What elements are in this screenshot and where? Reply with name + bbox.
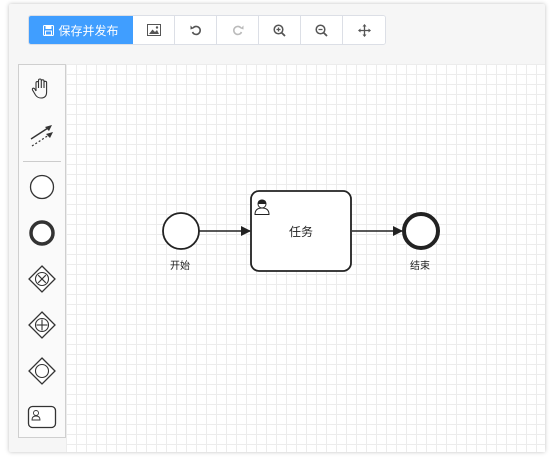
start-event-label: 开始: [170, 261, 190, 272]
start-event[interactable]: [162, 212, 200, 250]
end-event-label: 结束: [410, 261, 430, 272]
bpmn-diagram: [162, 190, 440, 272]
end-event[interactable]: [402, 212, 440, 250]
task-label: 任务: [289, 225, 314, 239]
